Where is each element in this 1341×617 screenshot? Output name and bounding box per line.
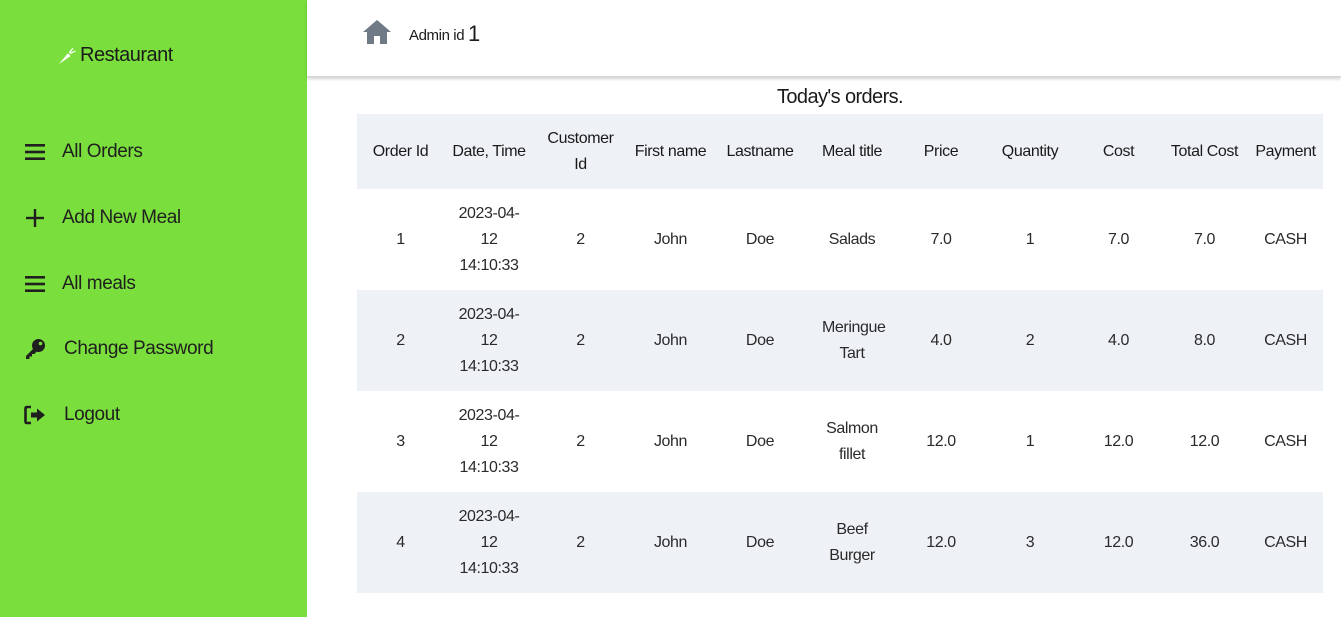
- cell-customer-id: 2: [534, 189, 627, 290]
- cell-datetime: 2023-04-12 14:10:33: [444, 290, 534, 391]
- cell-payment: CASH: [1248, 189, 1323, 290]
- sidebar-item-label: All Orders: [62, 141, 143, 162]
- cell-cost: 4.0: [1076, 290, 1161, 391]
- cell-order-id: 1: [357, 189, 444, 290]
- bars-icon: [24, 273, 46, 295]
- cell-customer-id: 2: [534, 290, 627, 391]
- sidebar-item-label: Change Password: [64, 338, 214, 359]
- column-header: Lastname: [714, 114, 806, 189]
- home-icon[interactable]: [362, 18, 392, 46]
- plus-icon: [24, 207, 46, 229]
- cell-cost: 12.0: [1076, 391, 1161, 492]
- cell-last-name: Doe: [714, 391, 806, 492]
- orders-table: Order Id Date, Time Customer Id First na…: [357, 114, 1323, 593]
- top-bar: Admin id 1: [307, 0, 1341, 77]
- sidebar-item-logout[interactable]: Logout: [24, 400, 120, 430]
- column-header: Quantity: [984, 114, 1076, 189]
- cell-total-cost: 7.0: [1161, 189, 1248, 290]
- cell-last-name: Doe: [714, 290, 806, 391]
- cell-total-cost: 8.0: [1161, 290, 1248, 391]
- table-header-row: Order Id Date, Time Customer Id First na…: [357, 114, 1323, 189]
- column-header: Date, Time: [444, 114, 534, 189]
- cell-last-name: Doe: [714, 189, 806, 290]
- cell-order-id: 3: [357, 391, 444, 492]
- column-header: Customer Id: [534, 114, 627, 189]
- cell-cost: 12.0: [1076, 492, 1161, 593]
- cell-order-id: 2: [357, 290, 444, 391]
- cell-total-cost: 12.0: [1161, 391, 1248, 492]
- sidebar-item-label: Logout: [64, 404, 120, 425]
- sidebar-item-label: Add New Meal: [62, 207, 181, 228]
- column-header: Meal title: [806, 114, 898, 189]
- cell-meal-title: Salmon fillet: [806, 391, 898, 492]
- brand-name: Restaurant: [80, 44, 173, 66]
- table-row: 4 2023-04-12 14:10:33 2 John Doe Beef Bu…: [357, 492, 1323, 593]
- admin-id-label: Admin id 1: [409, 20, 480, 46]
- cell-payment: CASH: [1248, 492, 1323, 593]
- cell-meal-title: Beef Burger: [806, 492, 898, 593]
- sidebar-item-label: All meals: [62, 273, 136, 294]
- cell-first-name: John: [627, 189, 714, 290]
- sidebar-item-add-new-meal[interactable]: Add New Meal: [24, 203, 181, 233]
- table-row: 2 2023-04-12 14:10:33 2 John Doe Meringu…: [357, 290, 1323, 391]
- logout-icon: [24, 404, 46, 426]
- key-icon: [24, 338, 46, 360]
- cell-price: 7.0: [898, 189, 984, 290]
- column-header: Cost: [1076, 114, 1161, 189]
- cell-first-name: John: [627, 391, 714, 492]
- cell-meal-title: Salads: [806, 189, 898, 290]
- cell-meal-title: Meringue Tart: [806, 290, 898, 391]
- column-header: Payment: [1248, 114, 1323, 189]
- cell-customer-id: 2: [534, 391, 627, 492]
- table-row: 1 2023-04-12 14:10:33 2 John Doe Salads …: [357, 189, 1323, 290]
- cell-last-name: Doe: [714, 492, 806, 593]
- column-header: First name: [627, 114, 714, 189]
- carrot-icon: [58, 47, 76, 64]
- cell-price: 12.0: [898, 492, 984, 593]
- cell-datetime: 2023-04-12 14:10:33: [444, 492, 534, 593]
- cell-customer-id: 2: [534, 492, 627, 593]
- cell-cost: 7.0: [1076, 189, 1161, 290]
- cell-quantity: 1: [984, 391, 1076, 492]
- admin-label: Admin id: [409, 27, 465, 44]
- sidebar-item-all-meals[interactable]: All meals: [24, 269, 136, 299]
- cell-first-name: John: [627, 492, 714, 593]
- cell-order-id: 4: [357, 492, 444, 593]
- sidebar: Restaurant All Orders Add New Meal All m…: [0, 0, 307, 617]
- cell-payment: CASH: [1248, 391, 1323, 492]
- cell-price: 12.0: [898, 391, 984, 492]
- cell-datetime: 2023-04-12 14:10:33: [444, 391, 534, 492]
- cell-quantity: 3: [984, 492, 1076, 593]
- cell-quantity: 1: [984, 189, 1076, 290]
- cell-price: 4.0: [898, 290, 984, 391]
- cell-payment: CASH: [1248, 290, 1323, 391]
- sidebar-item-change-password[interactable]: Change Password: [24, 334, 214, 364]
- cell-first-name: John: [627, 290, 714, 391]
- sidebar-item-all-orders[interactable]: All Orders: [24, 137, 143, 167]
- column-header: Price: [898, 114, 984, 189]
- cell-quantity: 2: [984, 290, 1076, 391]
- admin-id-value: 1: [467, 21, 480, 46]
- table-row: 3 2023-04-12 14:10:33 2 John Doe Salmon …: [357, 391, 1323, 492]
- cell-datetime: 2023-04-12 14:10:33: [444, 189, 534, 290]
- column-header: Total Cost: [1161, 114, 1248, 189]
- table-caption: Today's orders.: [777, 86, 904, 108]
- cell-total-cost: 36.0: [1161, 492, 1248, 593]
- brand-logo[interactable]: Restaurant: [56, 44, 173, 67]
- column-header: Order Id: [357, 114, 444, 189]
- bars-icon: [24, 141, 46, 163]
